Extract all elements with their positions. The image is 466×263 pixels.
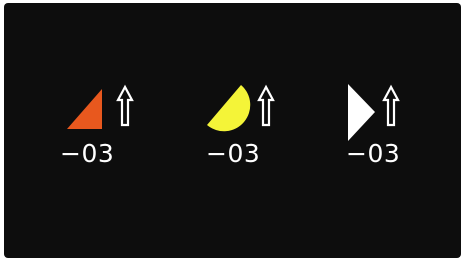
- up-arrow-icon: [116, 84, 134, 127]
- half-circle-icon: [207, 85, 251, 132]
- up-arrow-icon: [382, 84, 400, 127]
- piece-orange-triangle[interactable]: −03: [60, 83, 154, 173]
- game-screen: −03 −03 −03: [4, 3, 461, 258]
- piece-value: −03: [206, 139, 261, 168]
- piece-value: −03: [346, 139, 401, 168]
- piece-yellow-half-circle[interactable]: −03: [204, 83, 294, 173]
- triangle-icon: [67, 89, 102, 129]
- piece-white-triangle[interactable]: −03: [344, 83, 434, 173]
- piece-value: −03: [60, 139, 115, 168]
- up-arrow-icon: [257, 84, 275, 127]
